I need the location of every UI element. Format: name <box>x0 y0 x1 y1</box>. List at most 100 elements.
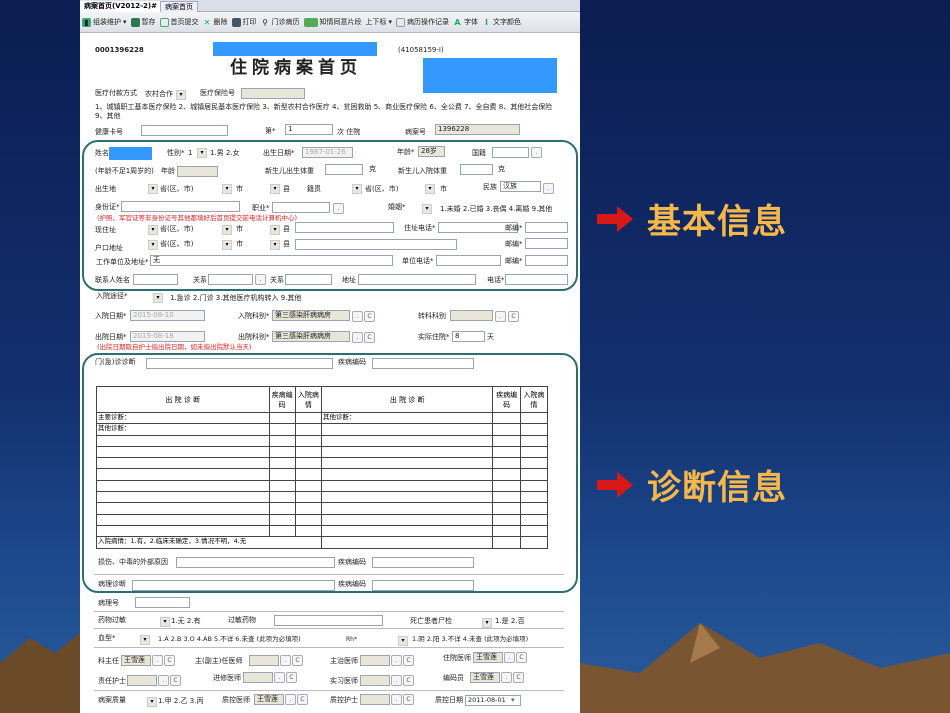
main-diagnosis-cell[interactable]: 主要诊断： <box>96 411 270 425</box>
cell[interactable] <box>320 445 494 459</box>
trainee-input[interactable] <box>243 672 273 683</box>
cell[interactable] <box>96 491 270 504</box>
injury-cause-input[interactable] <box>176 557 335 568</box>
outpatient-record-button[interactable]: ⚲ 门诊病历 <box>261 17 299 27</box>
city-select[interactable]: ▾ <box>222 225 232 235</box>
qc-nurse-clear-button[interactable]: C <box>403 694 414 705</box>
county-select[interactable]: ▾ <box>270 184 280 194</box>
resident-lookup-button[interactable]: . <box>504 652 515 663</box>
name-input-redacted[interactable] <box>109 147 152 160</box>
table-row[interactable] <box>96 468 549 481</box>
case-no-input[interactable]: 1396228 <box>435 124 520 135</box>
chevron-down-icon[interactable]: ▾ <box>176 90 186 100</box>
discharge-dept-lookup-button[interactable]: . <box>352 332 363 343</box>
cell[interactable] <box>492 411 521 425</box>
cell[interactable] <box>294 524 322 538</box>
province-select[interactable]: ▾ <box>148 225 158 235</box>
work-phone-input[interactable] <box>436 255 501 266</box>
cell[interactable] <box>519 468 549 481</box>
county-select[interactable]: ▾ <box>270 240 280 250</box>
qc-nurse-lookup-button[interactable]: . <box>391 694 402 705</box>
other-diagnosis-cell[interactable]: 其他诊断： <box>96 423 270 436</box>
payment-select[interactable]: 农村合作 <box>145 90 173 99</box>
insurance-input[interactable] <box>241 88 305 99</box>
nationality-lookup-button[interactable]: . <box>531 147 542 158</box>
delete-button[interactable]: ✕ 删除 <box>203 17 228 27</box>
coder-clear-button[interactable]: C <box>513 672 524 683</box>
chevron-down-icon[interactable]: ▾ <box>511 696 515 704</box>
save-draft-button[interactable]: 暂存 <box>130 17 156 27</box>
quality-select[interactable]: ▾ <box>147 697 157 707</box>
pathology-no-input[interactable] <box>135 597 190 608</box>
cell[interactable] <box>96 457 270 470</box>
sex-select[interactable]: ▾ <box>197 148 207 158</box>
relation-lookup-button[interactable]: . <box>255 274 266 285</box>
cell[interactable] <box>519 457 549 470</box>
cell[interactable] <box>320 502 494 515</box>
zip-input[interactable] <box>525 222 568 233</box>
nurse-lookup-button[interactable]: . <box>158 675 169 686</box>
native-city-select[interactable]: ▾ <box>425 184 435 194</box>
infant-age-input[interactable] <box>177 166 218 177</box>
health-card-input[interactable] <box>141 125 228 136</box>
work-address-input[interactable]: 无 <box>150 255 393 266</box>
blood-type-select[interactable]: ▾ <box>140 635 150 645</box>
cell[interactable] <box>519 434 549 447</box>
cell[interactable] <box>268 457 296 470</box>
cell[interactable] <box>96 502 270 515</box>
cell[interactable] <box>320 434 494 447</box>
attending-clear-button[interactable]: C <box>403 655 414 666</box>
cell[interactable] <box>492 502 521 515</box>
table-row[interactable] <box>96 457 549 470</box>
cell[interactable] <box>96 524 270 538</box>
cell[interactable] <box>519 491 549 504</box>
cell[interactable] <box>320 423 494 436</box>
qc-doctor-clear-button[interactable]: C <box>297 694 308 705</box>
intern-lookup-button[interactable]: . <box>391 675 402 686</box>
cell[interactable] <box>268 524 296 538</box>
qc-nurse-input[interactable] <box>360 694 390 705</box>
cell[interactable] <box>519 502 549 515</box>
ethnic-input[interactable]: 汉族 <box>500 181 541 192</box>
cell[interactable] <box>320 468 494 481</box>
zip-input[interactable] <box>525 255 568 266</box>
admit-dept-lookup-button[interactable]: . <box>352 311 363 322</box>
nationality-input[interactable] <box>492 147 529 158</box>
cell[interactable] <box>268 445 296 459</box>
transfer-dept-lookup-button[interactable]: . <box>495 311 506 322</box>
tab-record-home[interactable]: 病案首页 <box>160 1 198 12</box>
table-row[interactable] <box>96 513 549 526</box>
admit-dept-clear-button[interactable]: C <box>364 311 375 322</box>
resident-clear-button[interactable]: C <box>516 652 527 663</box>
qc-doctor-lookup-button[interactable]: . <box>285 694 296 705</box>
relation-input[interactable] <box>208 274 253 285</box>
rh-select[interactable]: ▾ <box>398 636 408 646</box>
transfer-dept-clear-button[interactable]: C <box>508 311 519 322</box>
occupation-input[interactable] <box>272 202 330 213</box>
city-select[interactable]: ▾ <box>222 184 232 194</box>
city-select[interactable]: ▾ <box>222 240 232 250</box>
cell[interactable] <box>96 479 270 493</box>
injury-code-input[interactable] <box>372 557 474 568</box>
cell[interactable] <box>519 445 549 459</box>
cell[interactable] <box>294 423 322 436</box>
director-clear-button[interactable]: C <box>164 655 175 666</box>
chief-input[interactable] <box>249 655 279 666</box>
cell[interactable] <box>96 434 270 447</box>
cell[interactable] <box>96 445 270 459</box>
cell[interactable] <box>268 411 296 425</box>
cell[interactable] <box>268 502 296 515</box>
submit-button[interactable]: 首页提交 <box>159 17 199 27</box>
pathology-code-input[interactable] <box>372 580 474 591</box>
contact-name-input[interactable] <box>133 274 178 285</box>
hukou-address-input[interactable] <box>295 239 457 250</box>
resident-input[interactable]: 王雪莲 <box>473 652 503 663</box>
pathology-diagnosis-input[interactable] <box>132 580 335 591</box>
table-row[interactable] <box>96 491 549 504</box>
chief-lookup-button[interactable]: . <box>280 655 291 666</box>
cell[interactable] <box>519 513 549 526</box>
cell[interactable] <box>268 434 296 447</box>
table-row[interactable] <box>96 434 549 447</box>
cell[interactable] <box>320 479 494 493</box>
nurse-input[interactable] <box>127 675 157 686</box>
